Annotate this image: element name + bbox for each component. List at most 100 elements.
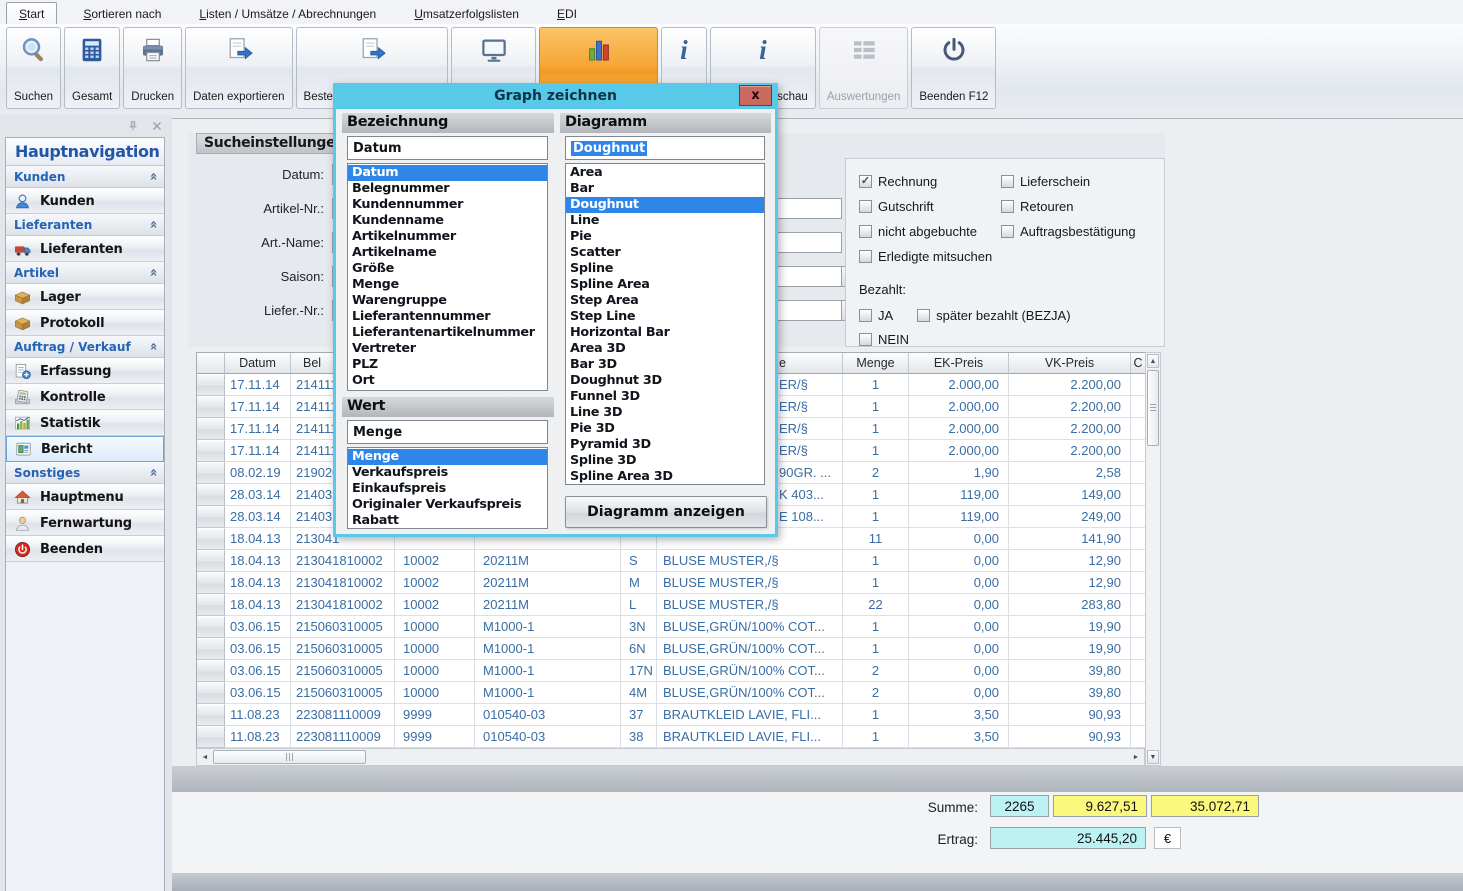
option-verkaufspreis[interactable]: Verkaufspreis	[348, 465, 547, 481]
table-row[interactable]: 18.04.132130418100021000220211MLBLUSE MU…	[197, 594, 1145, 616]
checkbox-box[interactable]	[1001, 225, 1014, 238]
sidebar-section-kunden[interactable]: Kunden»	[6, 166, 164, 188]
checkbox-nicht-abgebuchte[interactable]: nicht abgebuchte	[859, 219, 1001, 244]
row-header-cell[interactable]	[197, 374, 225, 396]
option-line[interactable]: Line	[566, 213, 764, 229]
table-row[interactable]: 18.04.132130418100021000220211MMBLUSE MU…	[197, 572, 1145, 594]
ribbon-button-beenden-f12[interactable]: Beenden F12	[911, 27, 996, 109]
checkbox-box[interactable]	[859, 309, 872, 322]
sidebar-item-kontrolle[interactable]: Kontrolle	[6, 384, 164, 410]
column-header-c[interactable]: C	[1131, 353, 1145, 374]
option-area-3d[interactable]: Area 3D	[566, 341, 764, 357]
row-header-cell[interactable]	[197, 440, 225, 462]
tab-edi[interactable]: EDI	[545, 3, 589, 24]
column-header-ek[interactable]: EK-Preis	[909, 353, 1009, 374]
checkbox-sp-ter-bezahlt-bezja[interactable]: später bezahlt (BEZJA)	[917, 308, 1070, 323]
sidebar-item-beenden[interactable]: Beenden	[6, 536, 164, 562]
sidebar-section-artikel[interactable]: Artikel»	[6, 262, 164, 284]
show-diagram-button[interactable]: Diagramm anzeigen	[565, 496, 767, 528]
column-header-m[interactable]: Menge	[843, 353, 909, 374]
dialog-close-button[interactable]: x	[739, 85, 772, 106]
dialog-title-bar[interactable]: Graph zeichnen x	[336, 83, 775, 109]
checkbox-box[interactable]	[859, 333, 872, 346]
sidebar-item-lieferanten[interactable]: Lieferanten	[6, 236, 164, 262]
row-header-cell[interactable]	[197, 484, 225, 506]
option-kundenname[interactable]: Kundenname	[348, 213, 547, 229]
scroll-down-arrow-icon[interactable]: ▼	[1147, 750, 1159, 764]
checkbox-box[interactable]	[1001, 200, 1014, 213]
option-line-3d[interactable]: Line 3D	[566, 405, 764, 421]
column-header-d[interactable]: Datum	[225, 353, 291, 374]
table-row[interactable]: 03.06.1521506031000510000M1000-117NBLUSE…	[197, 660, 1145, 682]
option-spline-area-3d[interactable]: Spline Area 3D	[566, 469, 764, 485]
sidebar-item-statistik[interactable]: Statistik	[6, 410, 164, 436]
option-datum[interactable]: Datum	[348, 165, 547, 181]
tab-listen-ums-tze-abrechnungen[interactable]: Listen / Umsätze / Abrechnungen	[187, 3, 388, 24]
sidebar-section-auftrag-verkauf[interactable]: Auftrag / Verkauf»	[6, 336, 164, 358]
option-pie[interactable]: Pie	[566, 229, 764, 245]
diagramm-input[interactable]: Doughnut	[565, 136, 765, 160]
option-artikelnummer[interactable]: Artikelnummer	[348, 229, 547, 245]
option-vertreter[interactable]: Vertreter	[348, 341, 547, 357]
wert-input[interactable]: Menge	[347, 420, 548, 444]
row-header-cell[interactable]	[197, 418, 225, 440]
row-header-cell[interactable]	[197, 528, 225, 550]
table-row[interactable]: 03.06.1521506031000510000M1000-16NBLUSE,…	[197, 638, 1145, 660]
sidebar-item-hauptmenu[interactable]: Hauptmenu	[6, 484, 164, 510]
row-header-cell[interactable]	[197, 594, 225, 616]
checkbox-nein[interactable]: NEIN	[859, 332, 909, 347]
option-warengruppe[interactable]: Warengruppe	[348, 293, 547, 309]
row-header-cell[interactable]	[197, 396, 225, 418]
sidebar-item-protokoll[interactable]: Protokoll	[6, 310, 164, 336]
option-belegnummer[interactable]: Belegnummer	[348, 181, 547, 197]
sidebar-item-erfassung[interactable]: Erfassung	[6, 358, 164, 384]
checkbox-box[interactable]	[859, 200, 872, 213]
row-header-cell[interactable]	[197, 726, 225, 748]
option-bar-3d[interactable]: Bar 3D	[566, 357, 764, 373]
option-horizontal-bar[interactable]: Horizontal Bar	[566, 325, 764, 341]
checkbox-retouren[interactable]: Retouren	[1001, 194, 1164, 219]
checkbox-box[interactable]: ✓	[859, 175, 872, 188]
row-header-cell[interactable]	[197, 682, 225, 704]
option-menge[interactable]: Menge	[348, 277, 547, 293]
option-bar[interactable]: Bar	[566, 181, 764, 197]
option-doughnut-3d[interactable]: Doughnut 3D	[566, 373, 764, 389]
vertical-scrollbar-thumb[interactable]	[1147, 370, 1159, 446]
ribbon-button-daten-exportieren[interactable]: Daten exportieren	[185, 27, 292, 109]
sidebar-item-fernwartung[interactable]: Fernwartung	[6, 510, 164, 536]
scroll-left-arrow-icon[interactable]: ◄	[198, 750, 212, 764]
row-header-cell[interactable]	[197, 704, 225, 726]
column-header-vk[interactable]: VK-Preis	[1009, 353, 1131, 374]
option-area[interactable]: Area	[566, 165, 764, 181]
option-rabatt[interactable]: Rabatt	[348, 513, 547, 529]
row-header-cell[interactable]	[197, 638, 225, 660]
tab-sortieren-nach[interactable]: Sortieren nach	[71, 3, 173, 24]
row-header-cell[interactable]	[197, 572, 225, 594]
option-einkaufspreis[interactable]: Einkaufspreis	[348, 481, 547, 497]
option-step-area[interactable]: Step Area	[566, 293, 764, 309]
sidebar-item-kunden[interactable]: Kunden	[6, 188, 164, 214]
bezeichnung-input[interactable]: Datum	[347, 136, 548, 160]
option-lieferantennummer[interactable]: Lieferantennummer	[348, 309, 547, 325]
row-header-cell[interactable]	[197, 660, 225, 682]
table-row[interactable]: 03.06.1521506031000510000M1000-14MBLUSE,…	[197, 682, 1145, 704]
option-lieferantenartikelnummer[interactable]: Lieferantenartikelnummer	[348, 325, 547, 341]
option-funnel-3d[interactable]: Funnel 3D	[566, 389, 764, 405]
pin-icon[interactable]	[126, 119, 140, 133]
row-header-cell[interactable]	[197, 462, 225, 484]
horizontal-scrollbar[interactable]: ◄ ►	[196, 748, 1145, 766]
table-row[interactable]: 11.08.232230811100099999010540-0338BRAUT…	[197, 726, 1145, 748]
checkbox-auftragsbest-tigung[interactable]: Auftragsbestätigung	[1001, 219, 1164, 244]
checkbox-lieferschein[interactable]: Lieferschein	[1001, 169, 1164, 194]
option-menge[interactable]: Menge	[348, 449, 547, 465]
tab-start[interactable]: Start	[6, 2, 57, 24]
table-row[interactable]: 03.06.1521506031000510000M1000-13NBLUSE,…	[197, 616, 1145, 638]
sidebar-section-lieferanten[interactable]: Lieferanten»	[6, 214, 164, 236]
checkbox-box[interactable]	[859, 225, 872, 238]
option-pyramid-3d[interactable]: Pyramid 3D	[566, 437, 764, 453]
checkbox-ja[interactable]: JA	[859, 308, 893, 323]
sidebar-section-sonstiges[interactable]: Sonstiges»	[6, 462, 164, 484]
vertical-scrollbar[interactable]: ▲ ▼	[1145, 352, 1161, 766]
option-spline-area[interactable]: Spline Area	[566, 277, 764, 293]
tab-umsatzerfolgslisten[interactable]: Umsatzerfolgslisten	[402, 3, 531, 24]
